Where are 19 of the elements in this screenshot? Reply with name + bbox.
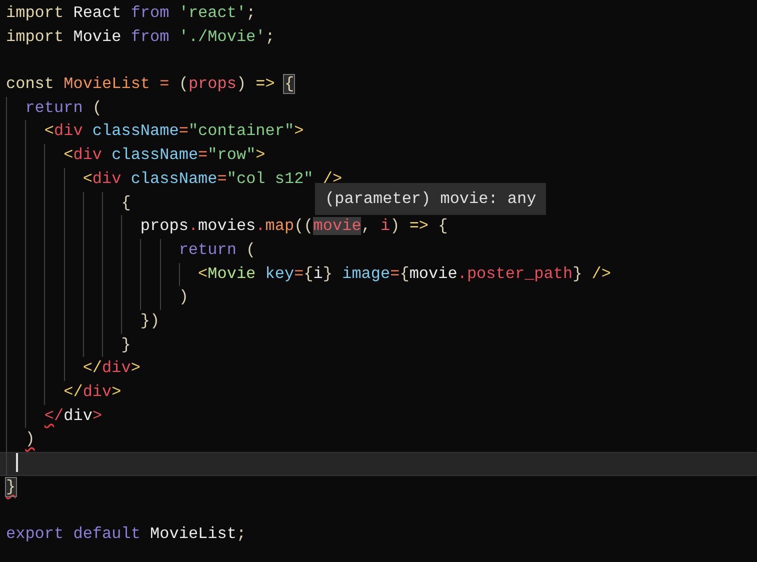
code-line: }: [0, 334, 757, 358]
code-line: }): [0, 310, 757, 334]
code-line: export default MovieList;: [5, 524, 248, 546]
code-line: const MovieList = (props) => {: [5, 74, 296, 96]
code-line: </div>: [0, 404, 757, 428]
code-line: props.movies.map((movie, i) => {: [0, 215, 757, 239]
code-line: <div className="row">: [0, 144, 757, 168]
code-line: import Movie from './Movie';: [5, 26, 276, 48]
code-line: <Movie key={i} image={movie.poster_path} />: [0, 262, 757, 286]
code-line: ): [0, 428, 757, 452]
code-line: return (: [0, 238, 757, 263]
code-line: import React from 'react';: [5, 3, 257, 24]
text-cursor: [16, 453, 18, 472]
code-line: </div>: [0, 357, 757, 381]
code-line: ): [0, 286, 757, 310]
code-line: return (: [0, 96, 757, 120]
hover-tooltip: (parameter) movie: any: [315, 183, 546, 215]
code-line: </div>: [0, 381, 757, 405]
code-line: <div className="container">: [0, 120, 757, 144]
